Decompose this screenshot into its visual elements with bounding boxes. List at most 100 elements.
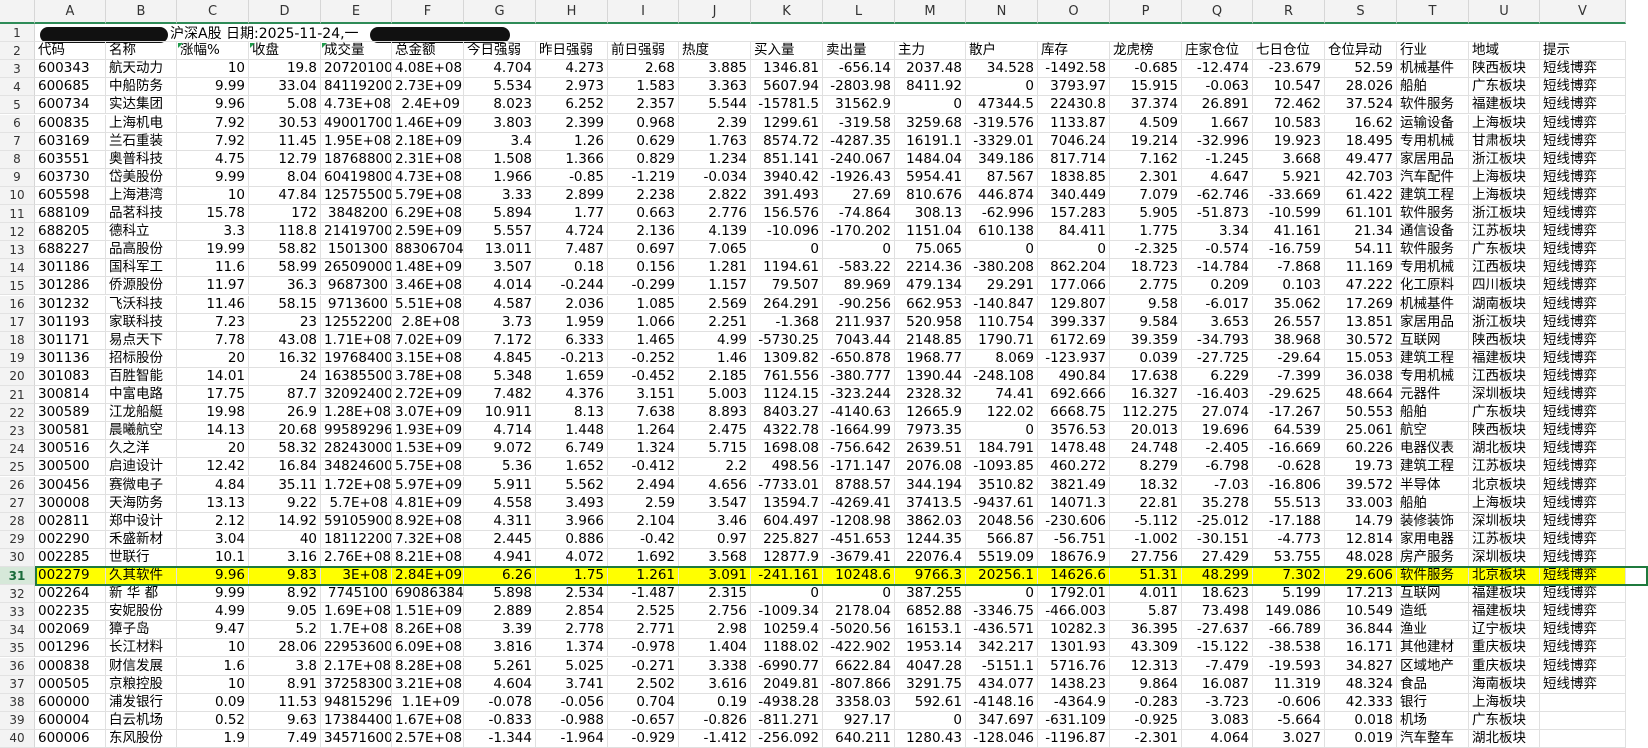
header-cell[interactable]: 仓位异动 bbox=[1325, 42, 1397, 61]
table-cell[interactable]: 0 bbox=[823, 241, 895, 260]
table-cell[interactable]: 久之洋 bbox=[106, 440, 177, 459]
table-cell[interactable]: 易点天下 bbox=[106, 331, 177, 350]
table-cell[interactable]: 27.074 bbox=[1182, 404, 1253, 423]
table-cell[interactable]: 5.348 bbox=[464, 367, 536, 386]
table-cell[interactable]: 短线博弈 bbox=[1540, 530, 1626, 549]
table-cell[interactable]: 短线博弈 bbox=[1540, 404, 1626, 423]
table-cell[interactable]: 16.327 bbox=[1110, 386, 1182, 405]
table-cell[interactable]: 4.376 bbox=[536, 386, 608, 405]
table-cell[interactable]: -0.85 bbox=[536, 168, 608, 187]
table-cell[interactable]: 33.04 bbox=[249, 78, 321, 97]
table-cell[interactable]: 1.157 bbox=[679, 277, 751, 296]
table-cell[interactable]: 75.065 bbox=[895, 241, 966, 260]
table-cell[interactable]: 0 bbox=[751, 585, 823, 604]
table-cell[interactable]: 11.97 bbox=[177, 277, 249, 296]
table-cell[interactable]: 55.513 bbox=[1253, 494, 1325, 513]
table-cell[interactable] bbox=[1540, 729, 1626, 748]
table-cell[interactable]: 610.138 bbox=[966, 223, 1038, 242]
table-cell[interactable]: 89.969 bbox=[823, 277, 895, 296]
row-header[interactable]: 33 bbox=[0, 603, 35, 622]
table-cell[interactable]: 19.73 bbox=[1325, 458, 1397, 477]
table-cell[interactable]: 13.13 bbox=[177, 494, 249, 513]
header-cell[interactable]: 总金额 bbox=[392, 42, 464, 61]
table-cell[interactable]: 白云机场 bbox=[106, 711, 177, 730]
header-cell[interactable]: 前日强弱 bbox=[608, 42, 679, 61]
table-cell[interactable]: 3.46 bbox=[679, 512, 751, 531]
table-cell[interactable]: -1.412 bbox=[679, 729, 751, 748]
table-cell[interactable]: 26509000 bbox=[321, 259, 392, 278]
table-cell[interactable]: 兰石重装 bbox=[106, 132, 177, 151]
table-cell[interactable]: 520.958 bbox=[895, 313, 966, 332]
table-cell[interactable]: -17.267 bbox=[1253, 404, 1325, 423]
column-header-u[interactable]: U bbox=[1469, 0, 1540, 24]
table-cell[interactable]: 2.2 bbox=[679, 458, 751, 477]
table-cell[interactable]: 5.894 bbox=[464, 205, 536, 224]
table-cell[interactable]: 短线博弈 bbox=[1540, 639, 1626, 658]
table-cell[interactable]: 3.547 bbox=[679, 494, 751, 513]
table-cell[interactable]: 48.028 bbox=[1325, 548, 1397, 567]
table-cell[interactable]: -30.151 bbox=[1182, 530, 1253, 549]
table-cell[interactable]: 0.968 bbox=[608, 114, 679, 133]
table-cell[interactable]: -256.092 bbox=[751, 729, 823, 748]
table-cell[interactable]: 301286 bbox=[35, 277, 106, 296]
table-cell[interactable]: 2037.48 bbox=[895, 60, 966, 79]
table-cell[interactable]: 1.26 bbox=[536, 132, 608, 151]
table-cell[interactable]: 其他建材 bbox=[1397, 639, 1469, 658]
table-cell[interactable]: 10282.3 bbox=[1038, 621, 1110, 640]
table-cell[interactable]: 41.161 bbox=[1253, 223, 1325, 242]
table-cell[interactable]: 16.62 bbox=[1325, 114, 1397, 133]
table-cell[interactable]: -74.864 bbox=[823, 205, 895, 224]
row-header[interactable]: 22 bbox=[0, 404, 35, 423]
table-cell[interactable]: -380.208 bbox=[966, 259, 1038, 278]
table-cell[interactable]: 36.395 bbox=[1110, 621, 1182, 640]
table-cell[interactable]: 112.275 bbox=[1110, 404, 1182, 423]
table-cell[interactable]: -33.669 bbox=[1253, 186, 1325, 205]
table-cell[interactable]: -240.067 bbox=[823, 150, 895, 169]
table-cell[interactable]: 3291.75 bbox=[895, 675, 966, 694]
table-cell[interactable]: -29.625 bbox=[1253, 386, 1325, 405]
table-cell[interactable]: 2.036 bbox=[536, 295, 608, 314]
table-cell[interactable]: 9687300 bbox=[321, 277, 392, 296]
table-cell[interactable]: 19.99 bbox=[177, 241, 249, 260]
table-cell[interactable]: 9.58 bbox=[1110, 295, 1182, 314]
table-cell[interactable]: 3.4 bbox=[464, 132, 536, 151]
table-cell[interactable]: -0.213 bbox=[536, 349, 608, 368]
table-cell[interactable] bbox=[679, 24, 751, 43]
row-header[interactable]: 2 bbox=[0, 42, 35, 61]
table-cell[interactable]: 0.697 bbox=[608, 241, 679, 260]
table-cell[interactable]: 4.072 bbox=[536, 548, 608, 567]
table-cell[interactable]: -1926.43 bbox=[823, 168, 895, 187]
table-cell[interactable]: 39.359 bbox=[1110, 331, 1182, 350]
table-cell[interactable]: 上海机电 bbox=[106, 114, 177, 133]
row-header[interactable]: 26 bbox=[0, 476, 35, 495]
table-cell[interactable]: 1.48E+09 bbox=[392, 259, 464, 278]
table-cell[interactable]: 225.827 bbox=[751, 530, 823, 549]
table-cell[interactable]: 604.497 bbox=[751, 512, 823, 531]
table-cell[interactable]: 9.96 bbox=[177, 96, 249, 115]
table-cell[interactable]: 73.498 bbox=[1182, 603, 1253, 622]
table-cell[interactable]: 2.59E+09 bbox=[392, 223, 464, 242]
table-cell[interactable]: 区域地产 bbox=[1397, 657, 1469, 676]
table-cell[interactable]: 短线博弈 bbox=[1540, 295, 1626, 314]
table-cell[interactable]: 74.41 bbox=[966, 386, 1038, 405]
table-cell[interactable]: 禾盛新材 bbox=[106, 530, 177, 549]
table-cell[interactable]: -0.925 bbox=[1110, 711, 1182, 730]
table-cell[interactable]: 广东板块 bbox=[1469, 241, 1540, 260]
table-cell[interactable]: -1664.99 bbox=[823, 422, 895, 441]
table-cell[interactable]: 48.664 bbox=[1325, 386, 1397, 405]
table-cell[interactable]: 短线博弈 bbox=[1540, 150, 1626, 169]
table-cell[interactable]: 房产服务 bbox=[1397, 548, 1469, 567]
table-cell[interactable]: 16191.1 bbox=[895, 132, 966, 151]
table-cell[interactable]: 434.077 bbox=[966, 675, 1038, 694]
table-cell[interactable]: 490.84 bbox=[1038, 367, 1110, 386]
table-cell[interactable]: -0.271 bbox=[608, 657, 679, 676]
table-cell[interactable]: -2.301 bbox=[1110, 729, 1182, 748]
table-cell[interactable]: 短线博弈 bbox=[1540, 78, 1626, 97]
table-cell[interactable]: 002279 bbox=[35, 567, 106, 586]
table-cell[interactable]: 家居用品 bbox=[1397, 150, 1469, 169]
table-cell[interactable]: 37413.5 bbox=[895, 494, 966, 513]
table-cell[interactable]: -25.012 bbox=[1182, 512, 1253, 531]
table-cell[interactable]: 9.864 bbox=[1110, 675, 1182, 694]
row-header[interactable]: 32 bbox=[0, 585, 35, 604]
table-cell[interactable]: 600835 bbox=[35, 114, 106, 133]
